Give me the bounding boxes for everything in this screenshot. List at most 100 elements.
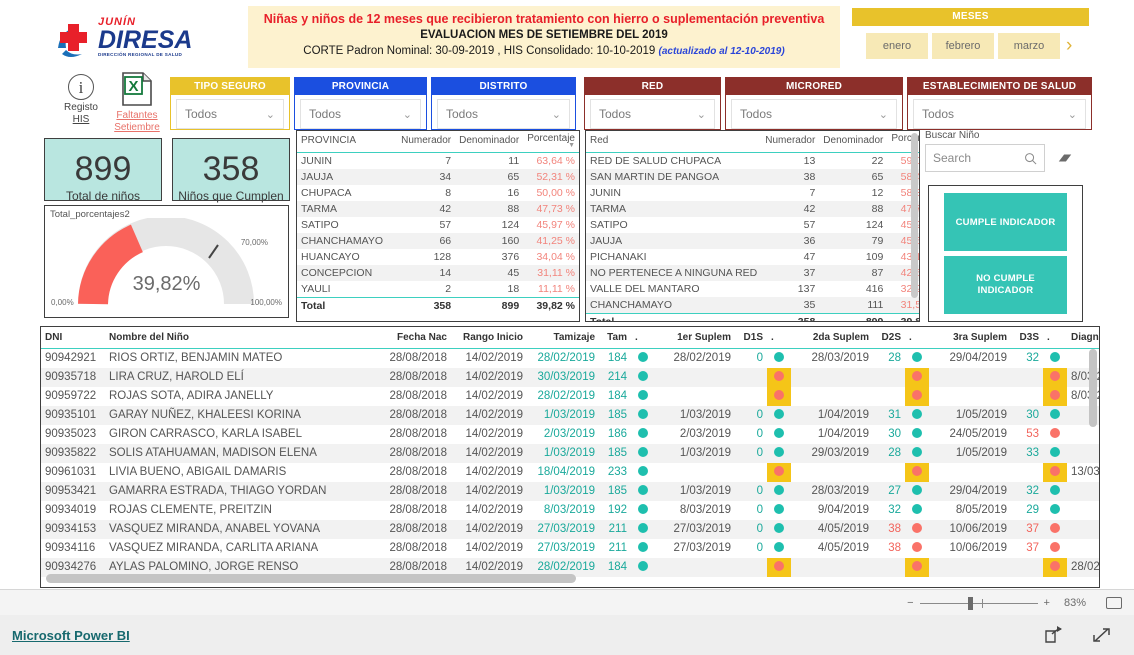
table-row[interactable]: 90934116 VASQUEZ MIRANDA, CARLITA ARIANA 2… — [41, 539, 1099, 558]
ninos-detail-table[interactable]: DNI Nombre del Niño Fecha Nac Rango Inic… — [40, 326, 1100, 588]
col-dni[interactable]: DNI — [41, 327, 105, 349]
col-d3s[interactable]: D3S — [1011, 327, 1043, 349]
table-row[interactable]: CHUPACA 8 16 50,00 % — [297, 185, 579, 201]
col-numerador[interactable]: Numerador — [761, 131, 820, 153]
col-3ra-suplem[interactable]: 3ra Suplem — [929, 327, 1011, 349]
share-icon[interactable] — [1044, 626, 1064, 644]
col-d2s-dot[interactable]: . — [905, 327, 929, 349]
meses-chip-marzo[interactable]: marzo — [998, 33, 1060, 59]
registro-his-button[interactable]: i Registo HIS — [52, 74, 110, 126]
col-fecha-nac[interactable]: Fecha Nac — [373, 327, 451, 349]
zoom-statusbar: − + 83% — [0, 589, 1134, 615]
col-2da-suplem[interactable]: 2da Suplem — [791, 327, 873, 349]
slicer-provincia[interactable]: PROVINCIA Todos ⌄ — [294, 77, 427, 130]
cell-d3s: 32 — [1026, 352, 1039, 365]
table-row[interactable]: 90935822 SOLIS ATAHUAMAN, MADISON ELENA 28… — [41, 443, 1099, 463]
col-d3s-dot[interactable]: . — [1043, 327, 1067, 349]
cell-2da-suplem: 28/03/2019 — [791, 481, 873, 501]
cell-d2s-status — [905, 425, 929, 444]
col-nombre[interactable]: Nombre del Niño — [105, 327, 373, 349]
provincia-matrix[interactable]: PROVINCIA Numerador Denominador Porcenta… — [296, 130, 580, 322]
chevron-right-icon[interactable]: › — [1066, 33, 1072, 59]
table-row[interactable]: 90961031 LIVIA BUENO, ABIGAIL DAMARIS 28/0… — [41, 462, 1099, 482]
table-row[interactable]: 90934019 ROJAS CLEMENTE, PREITZIN 28/08/20… — [41, 501, 1099, 520]
zoom-slider[interactable] — [919, 596, 1038, 610]
table-row[interactable]: SATIPO5712445,97 % — [297, 217, 579, 233]
col-provincia[interactable]: PROVINCIA — [297, 131, 396, 153]
table-row[interactable]: RED DE SALUD CHUPACA132259,09 % — [586, 153, 919, 170]
slicer-tipo-seguro-dropdown[interactable]: Todos ⌄ — [176, 99, 284, 129]
slicer-tipo-seguro[interactable]: TIPO SEGURO Todos ⌄ — [170, 77, 290, 130]
table-row[interactable]: CHANCHAMAYO 66 160 41,25 % — [297, 233, 579, 249]
detail-table-hscrollbar[interactable] — [46, 574, 576, 583]
col-numerador[interactable]: Numerador — [395, 131, 456, 153]
fullscreen-icon[interactable] — [1092, 626, 1112, 644]
table-row[interactable]: 90942921 RIOS ORTIZ, BENJAMIN MATEO 28/08/… — [41, 349, 1099, 368]
col-porcentaje[interactable]: Porcentaje▼ — [523, 131, 579, 153]
table-row[interactable]: JAUJA367945,57 % — [586, 233, 919, 249]
table-row[interactable]: 90953421 GAMARRA ESTRADA, THIAGO YORDAN 28… — [41, 481, 1099, 501]
faltantes-setiembre-button[interactable]: X Faltantes Setiembre — [108, 72, 166, 134]
slicer-provincia-dropdown[interactable]: Todos ⌄ — [300, 99, 421, 129]
table-row[interactable]: JUNIN71258,33 % — [586, 185, 919, 201]
table-row[interactable]: TARMA428847,73 % — [297, 201, 579, 217]
col-d1s[interactable]: D1S — [735, 327, 767, 349]
table-row[interactable]: 90959722 ROJAS SOTA, ADIRA JANELLY 28/08/2… — [41, 386, 1099, 406]
slicer-establecimiento-dropdown[interactable]: Todos ⌄ — [913, 99, 1086, 129]
slicer-red-dropdown[interactable]: Todos ⌄ — [590, 99, 715, 129]
col-d2s[interactable]: D2S — [873, 327, 905, 349]
col-rango-inicio[interactable]: Rango Inicio — [451, 327, 527, 349]
table-row[interactable]: HUANCAYO 128 376 34,04 % — [297, 249, 579, 265]
col-denominador[interactable]: Denominador — [819, 131, 888, 153]
table-row[interactable]: JUNIN 7 11 63,64 % — [297, 153, 579, 170]
table-row[interactable]: YAULI 2 18 11,11 % — [297, 281, 579, 298]
meses-chip-enero[interactable]: enero — [866, 33, 928, 59]
meses-slicer[interactable]: MESES enero febrero marzo › — [852, 8, 1089, 66]
col-tam-dot[interactable]: . — [631, 327, 655, 349]
table-row[interactable]: VALLE DEL MANTARO13741632,93 % — [586, 281, 919, 297]
table-row[interactable]: 90935101 GARAY NUÑEZ, KHALEESI KORINA 28/0… — [41, 405, 1099, 425]
col-diagnostico[interactable]: Diagnostic — [1067, 327, 1099, 349]
table-row[interactable]: 90935718 LIRA CRUZ, HAROLD ELÍ 28/08/2018 1… — [41, 367, 1099, 387]
table-row[interactable]: CONCEPCION 14 45 31,11 % — [297, 265, 579, 281]
table-row[interactable]: SAN MARTIN DE PANGOA386558,46 % — [586, 169, 919, 185]
detail-table-vscrollbar[interactable] — [1089, 349, 1097, 427]
zoom-slider-thumb[interactable] — [967, 596, 973, 610]
slicer-distrito-dropdown[interactable]: Todos ⌄ — [437, 99, 570, 129]
table-row[interactable]: 90934153 VASQUEZ MIRANDA, ANABEL YOVANA 28… — [41, 519, 1099, 539]
table-row[interactable]: JAUJA 34 65 52,31 % — [297, 169, 579, 185]
search-icon[interactable] — [1024, 152, 1037, 165]
faltantes-label-2[interactable]: Setiembre — [108, 122, 166, 134]
col-1er-suplem[interactable]: 1er Suplem — [655, 327, 735, 349]
slicer-microred-dropdown[interactable]: Todos ⌄ — [731, 99, 897, 129]
legend-cumple-indicador[interactable]: CUMPLE INDICADOR — [944, 193, 1067, 251]
table-row[interactable]: NO PERTENECE A NINGUNA RED378742,53 % — [586, 265, 919, 281]
table-row[interactable]: CHANCHAMAYO3511131,53 % — [586, 297, 919, 314]
slicer-distrito[interactable]: DISTRITO Todos ⌄ — [431, 77, 576, 130]
table-row[interactable]: TARMA428847,73 % — [586, 201, 919, 217]
slicer-red[interactable]: RED Todos ⌄ — [584, 77, 721, 130]
meses-chip-febrero[interactable]: febrero — [932, 33, 994, 59]
fit-to-page-icon[interactable] — [1106, 596, 1122, 609]
slicer-tipo-seguro-value: Todos — [185, 107, 218, 121]
cell-d3s-status — [1043, 539, 1067, 558]
col-red[interactable]: Red — [586, 131, 762, 153]
col-d1s-dot[interactable]: . — [767, 327, 791, 349]
red-table-scrollbar[interactable] — [911, 133, 918, 298]
search-input[interactable]: Search — [925, 144, 1045, 172]
slicer-establecimiento[interactable]: ESTABLECIMIENTO DE SALUD Todos ⌄ — [907, 77, 1092, 130]
eraser-icon[interactable] — [1057, 151, 1073, 165]
faltantes-label-1[interactable]: Faltantes — [108, 110, 166, 122]
col-tam[interactable]: Tam — [599, 327, 631, 349]
table-row[interactable]: 90935023 GIRON CARRASCO, KARLA ISABEL 28/0… — [41, 425, 1099, 444]
powerbi-brand-link[interactable]: Microsoft Power BI — [12, 628, 130, 643]
table-row[interactable]: PICHANAKI4710943,12 % — [586, 249, 919, 265]
table-row[interactable]: SATIPO5712445,97 % — [586, 217, 919, 233]
red-matrix[interactable]: Red Numerador Denominador Porcentaje▼ RE… — [585, 130, 920, 322]
legend-no-cumple-indicador[interactable]: NO CUMPLE INDICADOR — [944, 256, 1067, 314]
col-denominador[interactable]: Denominador — [455, 131, 524, 153]
col-tamizaje[interactable]: Tamizaje — [527, 327, 599, 349]
slicer-microred[interactable]: MICRORED Todos ⌄ — [725, 77, 903, 130]
zoom-in-button[interactable]: + — [1044, 597, 1050, 609]
zoom-out-button[interactable]: − — [907, 597, 913, 609]
